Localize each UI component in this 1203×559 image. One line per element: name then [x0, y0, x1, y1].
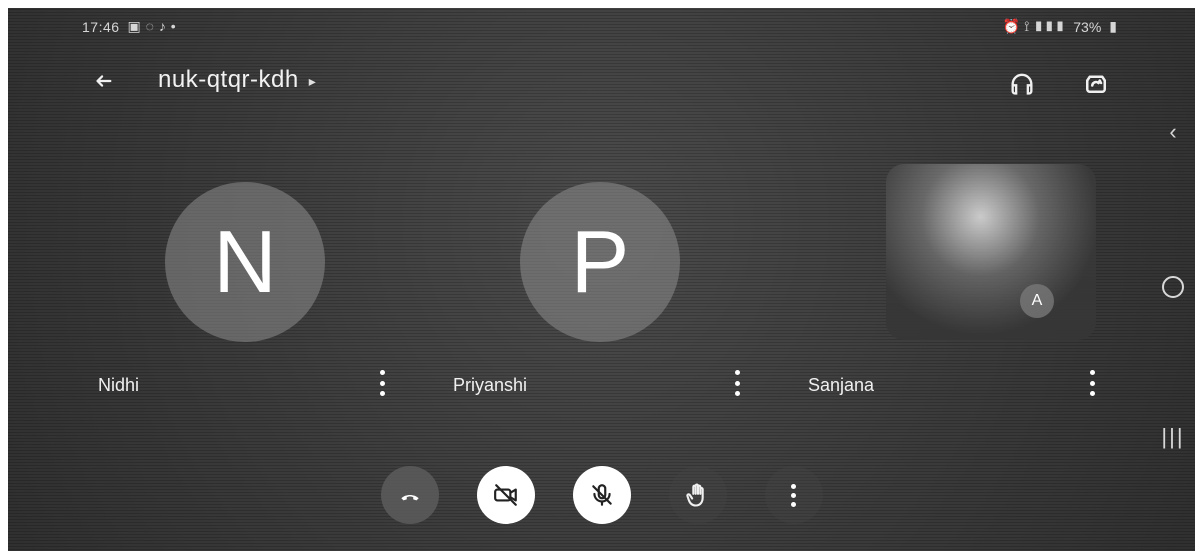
- call-controls: [0, 466, 1203, 524]
- participant-grid: N Nidhi P Priyanshi A Sanjana: [80, 130, 1110, 416]
- chevron-right-icon: ▸: [308, 72, 317, 89]
- participant-video: [886, 164, 1096, 340]
- avatar: A: [1020, 284, 1054, 318]
- chevron-left-icon: ‹: [1169, 119, 1177, 144]
- battery-icon: ▮: [1109, 18, 1117, 34]
- more-vert-icon: [379, 370, 385, 375]
- audio-output-button[interactable]: [1005, 66, 1039, 100]
- android-navigation: ‹ |||: [1153, 112, 1193, 472]
- participant-name: Nidhi: [98, 375, 140, 395]
- more-vert-icon: [791, 483, 796, 507]
- participant-tile-sanjana[interactable]: A Sanjana: [790, 130, 1120, 416]
- status-signal-icons: ⏰ ⟟ ▮▮▮: [1002, 18, 1066, 34]
- participant-name: Sanjana: [808, 375, 875, 395]
- status-battery: 73%: [1073, 18, 1102, 35]
- circle-icon: [1162, 276, 1184, 298]
- participant-more-button[interactable]: [376, 370, 388, 396]
- switch-camera-button[interactable]: [1079, 66, 1113, 100]
- more-options-button[interactable]: [764, 466, 823, 524]
- avatar-initial: A: [1031, 292, 1043, 309]
- recents-icon: |||: [1161, 424, 1185, 449]
- nav-home-button[interactable]: [1153, 267, 1193, 307]
- end-call-icon: [400, 495, 419, 501]
- arrow-left-icon: [96, 75, 112, 87]
- participant-tile-nidhi[interactable]: N Nidhi: [80, 130, 410, 416]
- camera-toggle-button[interactable]: [476, 466, 535, 524]
- participant-tile-priyanshi[interactable]: P Priyanshi: [435, 130, 765, 416]
- avatar: N: [165, 181, 325, 342]
- nav-recents-button[interactable]: |||: [1153, 417, 1193, 457]
- back-button[interactable]: [88, 66, 118, 96]
- top-actions: [1005, 66, 1113, 100]
- headphones-icon: [1011, 73, 1033, 95]
- status-time: 17:46: [82, 18, 120, 35]
- meeting-code: nuk-qtqr-kdh: [158, 66, 299, 93]
- mic-toggle-button[interactable]: [572, 466, 631, 524]
- status-bar-right: ⏰ ⟟ ▮▮▮ 73% ▮: [1003, 18, 1117, 35]
- status-bar-left: 17:46 ▣ ◌ ♪ •: [82, 18, 176, 35]
- more-vert-icon: [734, 370, 740, 375]
- avatar-initial: P: [570, 211, 630, 311]
- participant-more-button[interactable]: [1086, 370, 1098, 396]
- participant-more-button[interactable]: [731, 370, 743, 396]
- status-icons: ▣ ◌ ♪ •: [127, 18, 177, 34]
- participant-name: Priyanshi: [453, 375, 528, 395]
- nav-back-button[interactable]: ‹: [1153, 112, 1193, 152]
- meeting-title[interactable]: nuk-qtqr-kdh ▸: [158, 66, 316, 94]
- raise-hand-icon: [685, 483, 704, 507]
- more-vert-icon: [1089, 370, 1095, 375]
- mic-off-icon: [591, 484, 612, 506]
- video-off-icon: [493, 484, 517, 506]
- avatar: P: [520, 181, 680, 342]
- switch-camera-icon: [1086, 75, 1106, 93]
- raise-hand-button[interactable]: [668, 466, 727, 524]
- end-call-button[interactable]: [380, 466, 439, 524]
- avatar-initial: N: [213, 211, 277, 311]
